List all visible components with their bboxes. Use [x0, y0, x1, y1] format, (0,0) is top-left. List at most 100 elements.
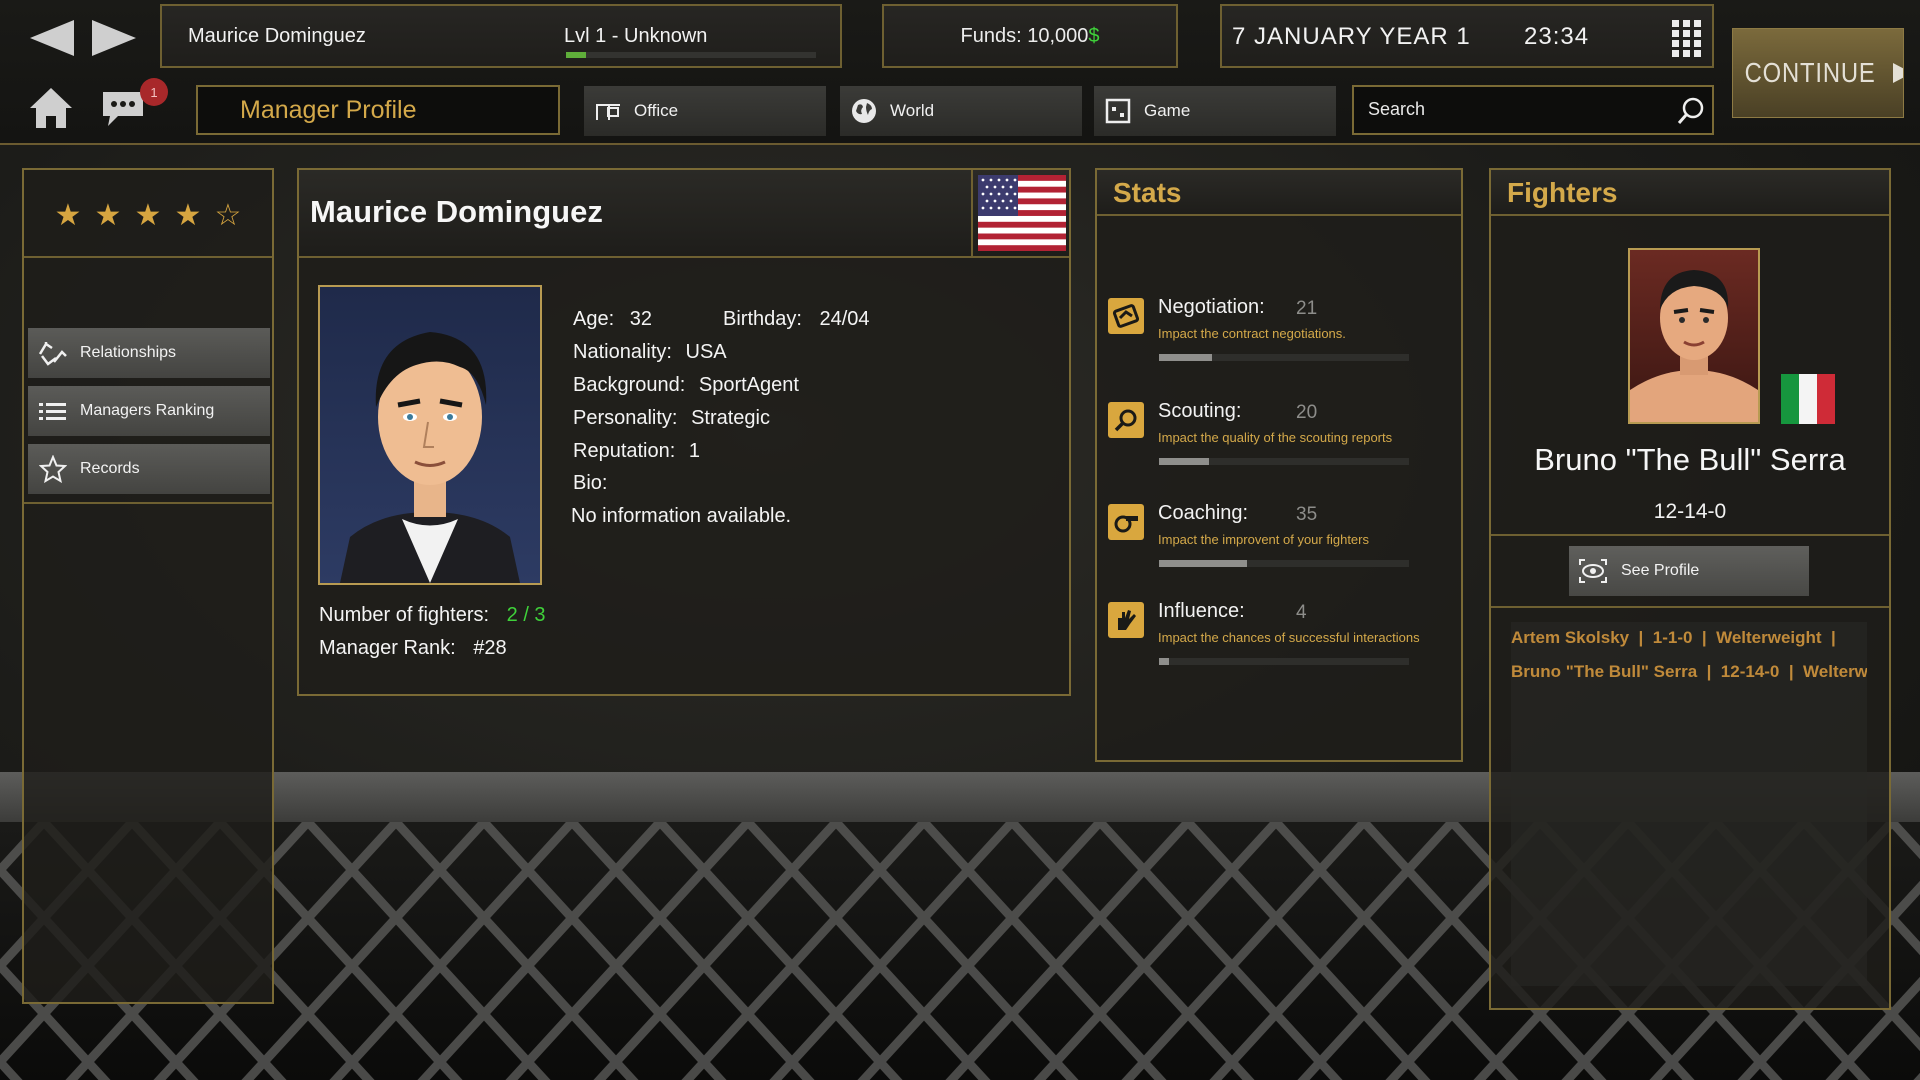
game-icon	[1104, 97, 1132, 125]
search-box[interactable]: Search	[1352, 85, 1714, 135]
search-placeholder: Search	[1368, 99, 1426, 119]
stat-bar-fill	[1159, 560, 1247, 567]
nav-world-label: World	[890, 101, 935, 120]
nav-game-button[interactable]: Game	[1094, 86, 1336, 136]
nav-game-label: Game	[1144, 101, 1191, 120]
manager-rank-row: Manager Rank: #28	[319, 637, 507, 660]
stat-description: Impact the contract negotiations.	[1158, 326, 1346, 341]
play-icon	[1893, 63, 1903, 83]
list-icon	[36, 401, 70, 421]
featured-fighter-name: Bruno "The Bull" Serra	[1534, 442, 1846, 477]
top-bar: Maurice Dominguez Lvl 1 - Unknown Funds:…	[0, 0, 1920, 145]
fighters-count-value: 2 / 3	[506, 604, 546, 626]
background-row: Background: SportAgent	[573, 374, 799, 397]
birthday-label: Birthday:	[723, 308, 802, 330]
stat-value: 35	[1296, 504, 1318, 525]
stat-value: 20	[1296, 402, 1318, 423]
fighter-list-item[interactable]: Bruno "The Bull" Serra | 12-14-0 | Welte…	[1511, 662, 1867, 682]
stat-name: Negotiation:	[1158, 296, 1265, 318]
sidebar-item-label: Relationships	[80, 344, 177, 361]
fighter-portrait	[1628, 248, 1760, 424]
stat-name: Coaching:	[1158, 502, 1249, 524]
stat-name: Influence:	[1158, 600, 1245, 622]
manager-level-box: Maurice Dominguez Lvl 1 - Unknown	[160, 4, 842, 68]
manager-name: Maurice Dominguez	[188, 25, 366, 47]
background-value: SportAgent	[698, 374, 799, 396]
italy-flag	[1781, 374, 1835, 424]
birthday-row: Birthday: 24/04	[723, 308, 870, 331]
nav-office-button[interactable]: Office	[584, 86, 826, 136]
forward-arrow-icon[interactable]	[90, 18, 138, 58]
search-icon[interactable]	[1676, 96, 1706, 126]
fighters-divider-bottom	[1491, 606, 1889, 608]
star-filled-icon: ★	[134, 198, 162, 232]
see-profile-button[interactable]: See Profile	[1569, 546, 1809, 596]
influence-icon	[1108, 602, 1144, 638]
sidebar-item-records[interactable]: Records	[28, 444, 270, 494]
whistle-icon	[1108, 504, 1144, 540]
age-value: 32	[629, 308, 652, 330]
profile-header: Maurice Dominguez	[299, 170, 1069, 258]
nationality-label: Nationality:	[573, 341, 672, 363]
reputation-label: Reputation:	[573, 440, 676, 462]
back-arrow-icon[interactable]	[28, 18, 76, 58]
manager-rank-label: Manager Rank:	[319, 637, 456, 659]
stat-bar-fill	[1159, 354, 1212, 361]
stat-description: Impact the quality of the scouting repor…	[1158, 430, 1393, 445]
date-text: 7 JANUARY YEAR 1	[1232, 23, 1471, 50]
sidebar-item-label: Managers Ranking	[80, 402, 215, 419]
stat-bar-fill	[1159, 458, 1209, 465]
personality-row: Personality: Strategic	[573, 407, 770, 430]
stat-value: 21	[1296, 298, 1318, 319]
see-profile-label: See Profile	[1621, 562, 1700, 579]
stat-name: Scouting:	[1158, 400, 1242, 422]
notification-count: 1	[150, 84, 158, 100]
level-progress-bar	[566, 52, 816, 58]
stat-bar	[1159, 458, 1409, 465]
office-icon	[594, 97, 622, 125]
star-filled-icon: ★	[94, 198, 122, 232]
fighters-title: Fighters	[1507, 177, 1618, 208]
stat-bar	[1159, 658, 1409, 665]
star-filled-icon: ★	[54, 198, 82, 232]
stat-description: Impact the chances of successful interac…	[1158, 630, 1420, 645]
sidebar-item-relationships[interactable]: Relationships	[28, 328, 270, 378]
sidebar-item-managers-ranking[interactable]: Managers Ranking	[28, 386, 270, 436]
personality-label: Personality:	[573, 407, 678, 429]
eye-icon	[1579, 559, 1607, 583]
nationality-row: Nationality: USA	[573, 341, 727, 364]
profile-panel: Maurice Dominguez Age: 32 Birthday: 24/0…	[297, 168, 1071, 696]
stats-header: Stats	[1097, 170, 1461, 216]
stat-bar	[1159, 354, 1409, 361]
profile-name: Maurice Dominguez	[310, 194, 603, 229]
age-row: Age: 32	[573, 308, 652, 331]
reputation-value: 1	[688, 440, 700, 462]
bio-text: No information available.	[571, 505, 792, 527]
fighter-list-item[interactable]: Artem Skolsky | 1-1-0 | Welterweight |	[1511, 628, 1836, 648]
star-outline-icon	[36, 455, 70, 483]
handshake-icon	[36, 338, 70, 368]
nationality-value: USA	[685, 341, 727, 363]
sidebar-item-label: Records	[80, 460, 140, 477]
nav-office-label: Office	[634, 101, 679, 120]
star-row: ★ ★ ★ ★ ☆	[48, 198, 248, 233]
home-icon[interactable]	[28, 86, 74, 130]
funds-box: Funds: 10,000 $	[882, 4, 1178, 68]
rating-stars: ★ ★ ★ ★ ☆	[24, 170, 272, 258]
page-title-box: Manager Profile	[196, 85, 560, 135]
notification-badge: 1	[140, 78, 168, 106]
featured-fighter-record: 12-14-0	[1653, 500, 1727, 523]
personality-value: Strategic	[691, 407, 770, 429]
fighters-header: Fighters	[1491, 170, 1889, 216]
continue-button[interactable]: CONTINUE	[1732, 28, 1904, 118]
background-label: Background:	[573, 374, 686, 396]
level-text: Lvl 1 - Unknown	[564, 25, 708, 47]
funds-label: Funds: 10,000	[960, 24, 1089, 47]
stat-description: Impact the improvent of your fighters	[1158, 532, 1369, 547]
usa-flag	[971, 170, 1071, 256]
funds-currency: $	[1088, 24, 1100, 47]
fighters-count-row: Number of fighters: 2 / 3	[319, 604, 546, 627]
calendar-grid-icon[interactable]	[1670, 18, 1706, 58]
stat-value: 4	[1296, 602, 1307, 623]
nav-world-button[interactable]: World	[840, 86, 1082, 136]
